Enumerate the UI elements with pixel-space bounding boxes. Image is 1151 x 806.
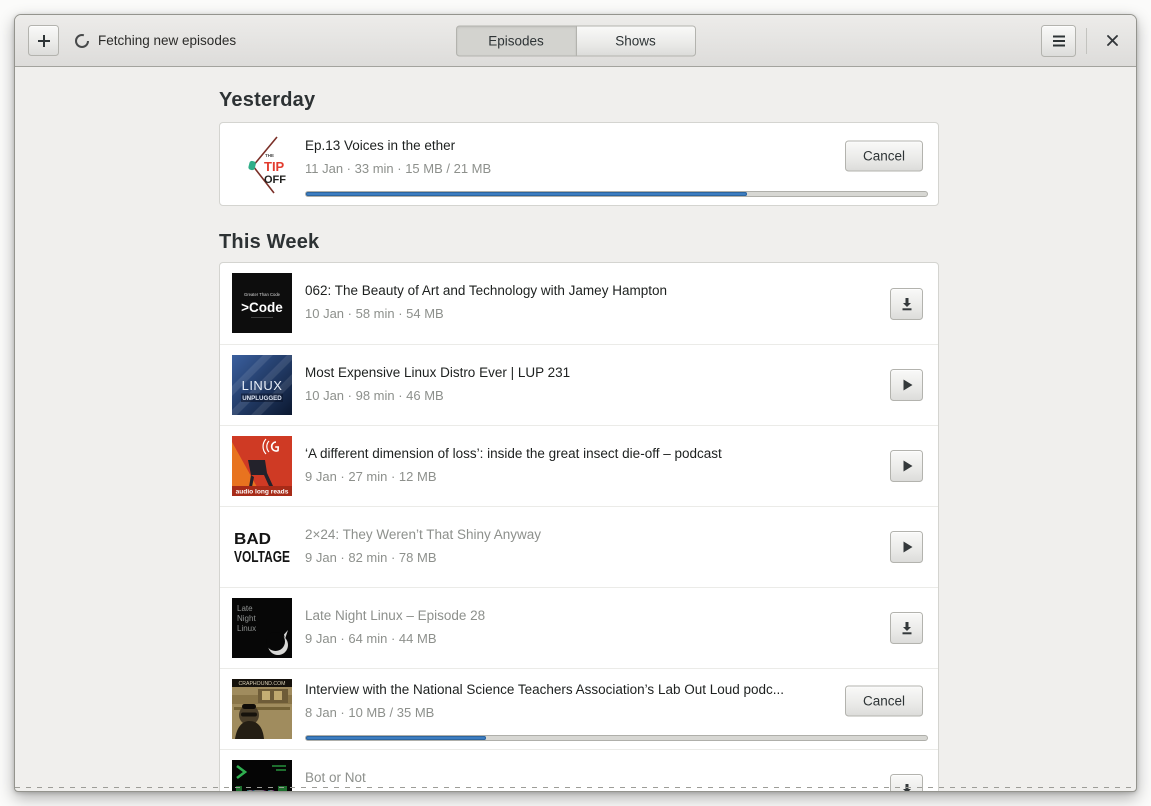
hamburger-icon (1052, 35, 1065, 46)
cover-late-night-linux: Late Night Linux (232, 598, 292, 658)
svg-text:CRAPHOUND.COM: CRAPHOUND.COM (239, 681, 286, 687)
episode-info: ‘A different dimension of loss’: inside … (305, 446, 722, 496)
download-episode-button[interactable] (890, 287, 923, 320)
header-separator (1086, 27, 1087, 54)
download-progress-fill (306, 736, 487, 740)
list-item-episode[interactable]: CRAPHOUND.COM Interview with the Nationa… (220, 668, 938, 749)
download-progress-bar (305, 735, 928, 741)
cancel-download-button[interactable]: Cancel (844, 685, 923, 717)
svg-text:VOLTAGE: VOLTAGE (234, 549, 290, 566)
cover-linux-unplugged: LINUX UNPLUGGED (232, 355, 292, 415)
list-item-episode[interactable]: IRL IRL IRL Bot or Not (220, 749, 938, 791)
close-button[interactable] (1097, 26, 1127, 56)
cancel-download-button[interactable]: Cancel (844, 140, 923, 172)
episode-title: ‘A different dimension of loss’: inside … (305, 446, 722, 461)
play-episode-button[interactable] (890, 450, 923, 482)
svg-text:LINUX: LINUX (242, 378, 283, 393)
svg-text:Linux: Linux (237, 624, 256, 633)
episode-title: Ep.13 Voices in the ether (305, 138, 456, 153)
episode-meta: 10 Jan · 58 min · 54 MB (305, 306, 444, 321)
episodes-view: Yesterday THE TIP OFF Ep.13 Voices in th… (15, 67, 1136, 791)
download-progress-fill (306, 192, 747, 196)
play-icon (903, 379, 912, 391)
status-text: Fetching new episodes (98, 33, 237, 48)
view-switcher: Episodes Shows (455, 25, 696, 56)
svg-text:THE: THE (265, 153, 274, 158)
episode-meta: 10 Jan · 98 min · 46 MB (305, 388, 444, 403)
cover-the-tip-off: THE TIP OFF (232, 135, 292, 195)
episode-title: Late Night Linux – Episode 28 (305, 608, 486, 623)
play-episode-button[interactable] (890, 531, 923, 563)
svg-text:Night: Night (237, 614, 256, 623)
episode-title: Interview with the National Science Teac… (305, 682, 785, 697)
episode-title: Most Expensive Linux Distro Ever | LUP 2… (305, 365, 571, 380)
tab-episodes[interactable]: Episodes (455, 25, 576, 56)
download-progress-bar (305, 191, 928, 197)
play-icon (903, 460, 912, 472)
loading-spinner-icon (74, 33, 90, 49)
this-week-card: Greater Than Code >Code 062: The Beauty … (219, 262, 939, 791)
episode-meta: 9 Jan · 64 min · 44 MB (305, 631, 437, 646)
yesterday-card: THE TIP OFF Ep.13 Voices in the ether 11… (219, 122, 939, 206)
episode-info: Interview with the National Science Teac… (305, 682, 784, 739)
svg-text:BAD: BAD (234, 531, 271, 548)
headerbar: Fetching new episodes Episodes Shows (15, 15, 1136, 67)
cover-bad-voltage: BAD VOLTAGE (232, 517, 292, 577)
cover-greater-than-code: Greater Than Code >Code (232, 273, 292, 333)
svg-text:Greater Than Code: Greater Than Code (244, 292, 281, 297)
episode-title: 2×24: They Weren’t That Shiny Anyway (305, 527, 542, 542)
svg-text:>Code: >Code (241, 300, 283, 315)
episode-info: 2×24: They Weren’t That Shiny Anyway 9 J… (305, 527, 541, 577)
list-item-episode[interactable]: THE TIP OFF Ep.13 Voices in the ether 11… (220, 123, 938, 205)
close-icon (1106, 35, 1118, 46)
episode-info: Most Expensive Linux Distro Ever | LUP 2… (305, 365, 570, 415)
window-bottom-dashed-line (15, 787, 1136, 788)
cover-craphound: CRAPHOUND.COM (232, 679, 292, 739)
svg-text:UNPLUGGED: UNPLUGGED (242, 395, 282, 402)
episode-info: Ep.13 Voices in the ether 11 Jan · 33 mi… (305, 138, 491, 193)
episodes-column: Yesterday THE TIP OFF Ep.13 Voices in th… (219, 67, 939, 791)
list-item-episode[interactable]: BAD VOLTAGE 2×24: They Weren’t That Shin… (220, 506, 938, 587)
episode-title: 062: The Beauty of Art and Technology wi… (305, 283, 667, 298)
list-item-episode[interactable]: LINUX UNPLUGGED Most Expensive Linux Dis… (220, 344, 938, 425)
episode-meta: 9 Jan · 27 min · 12 MB (305, 469, 437, 484)
app-window: Fetching new episodes Episodes Shows Yes… (14, 14, 1137, 792)
svg-text:OFF: OFF (264, 174, 286, 186)
episode-info: Bot or Not (305, 770, 366, 791)
header-right-controls (1041, 24, 1127, 57)
play-episode-button[interactable] (890, 369, 923, 401)
list-item-episode[interactable]: Late Night Linux Late Night Linux – Epis… (220, 587, 938, 668)
episode-meta: 9 Jan · 82 min · 78 MB (305, 550, 437, 565)
section-title-this-week: This Week (219, 231, 320, 253)
cover-audio-long-reads: audio long reads (232, 436, 292, 496)
list-item-episode[interactable]: audio long reads ‘A different dimension … (220, 425, 938, 506)
menu-button[interactable] (1041, 24, 1076, 57)
episode-meta: 8 Jan · 10 MB / 35 MB (305, 705, 435, 720)
tab-shows[interactable]: Shows (575, 25, 696, 56)
svg-text:TIP: TIP (264, 159, 285, 174)
episode-info: 062: The Beauty of Art and Technology wi… (305, 283, 667, 334)
episode-info: Late Night Linux – Episode 28 9 Jan · 64… (305, 608, 485, 658)
download-episode-button[interactable] (890, 612, 923, 644)
download-episode-button[interactable] (890, 774, 923, 791)
episode-meta: 11 Jan · 33 min · 15 MB / 21 MB (305, 161, 492, 176)
plus-icon (37, 34, 50, 47)
download-icon (902, 297, 911, 310)
section-title-yesterday: Yesterday (219, 89, 316, 111)
play-icon (903, 541, 912, 553)
svg-text:audio long reads: audio long reads (236, 489, 289, 496)
list-item-episode[interactable]: Greater Than Code >Code 062: The Beauty … (220, 263, 938, 344)
svg-text:Late: Late (237, 604, 253, 613)
download-icon (902, 622, 911, 635)
add-podcast-button[interactable] (28, 25, 59, 56)
episode-title: Bot or Not (305, 770, 366, 785)
